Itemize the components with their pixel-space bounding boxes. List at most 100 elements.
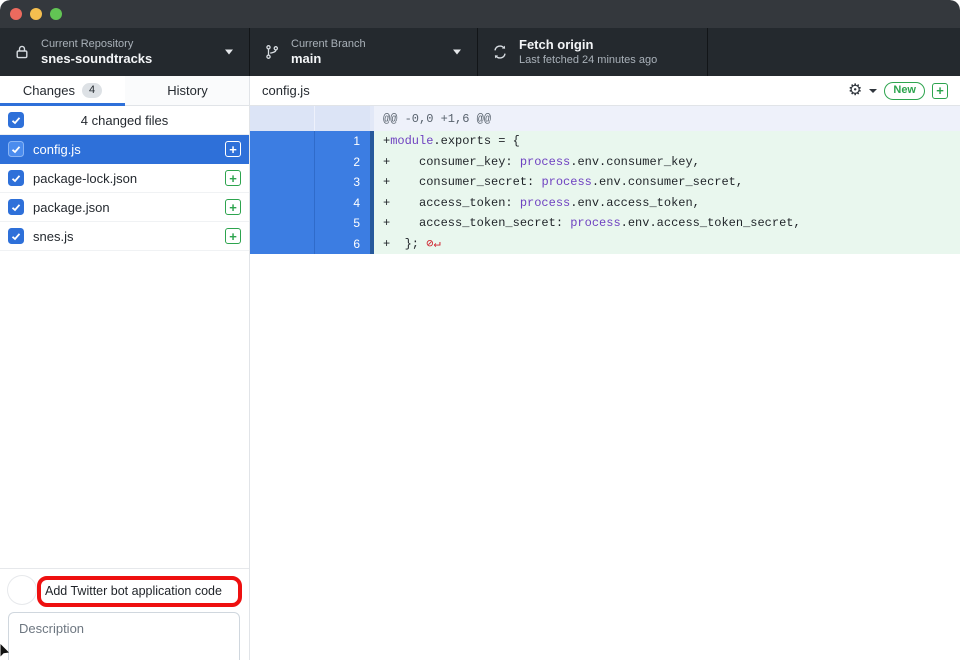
- file-name: package.json: [33, 200, 225, 215]
- diff-code-line: + consumer_secret: process.env.consumer_…: [374, 172, 960, 193]
- old-line-gutter: [250, 106, 314, 131]
- file-row[interactable]: config.js+: [0, 135, 249, 164]
- diff-code-line: + access_token: process.env.access_token…: [374, 193, 960, 214]
- commit-summary-input[interactable]: [45, 581, 237, 601]
- app-toolbar: Current Repository snes-soundtracks Curr…: [0, 28, 960, 76]
- old-line-number[interactable]: [250, 172, 314, 193]
- file-row[interactable]: package-lock.json+: [0, 164, 249, 193]
- old-line-number[interactable]: [250, 213, 314, 234]
- fetch-origin-button[interactable]: Fetch origin Last fetched 24 minutes ago: [478, 28, 708, 76]
- new-line-number[interactable]: 5: [314, 213, 370, 234]
- macos-titlebar: [0, 0, 960, 28]
- select-all-checkbox[interactable]: [8, 112, 24, 128]
- code-text: +: [383, 134, 390, 148]
- file-checkbox[interactable]: [8, 170, 24, 186]
- hunk-header-row: @@ -0,0 +1,6 @@: [250, 106, 960, 131]
- github-desktop-window: Current Repository snes-soundtracks Curr…: [0, 0, 960, 660]
- tab-history-label: History: [167, 83, 207, 98]
- new-line-number[interactable]: 1: [314, 131, 370, 152]
- file-name: package-lock.json: [33, 171, 225, 186]
- commit-panel: Commit to main: [0, 568, 249, 660]
- code-keyword: process: [541, 175, 591, 189]
- code-keyword: process: [570, 216, 620, 230]
- minimize-button[interactable]: [30, 8, 42, 20]
- diff-code-line: + access_token_secret: process.env.acces…: [374, 213, 960, 234]
- diff-line-row: 1+module.exports = {: [250, 131, 960, 152]
- new-line-gutter: [314, 106, 370, 131]
- zoom-button[interactable]: [50, 8, 62, 20]
- changed-file-list: config.js+package-lock.json+package.json…: [0, 135, 249, 251]
- changed-files-count: 4 changed files: [24, 113, 241, 128]
- code-text: .env.consumer_key,: [570, 155, 700, 169]
- code-keyword: module: [390, 134, 433, 148]
- diff-viewer: @@ -0,0 +1,6 @@ 1+module.exports = {2+ c…: [250, 106, 960, 254]
- file-row[interactable]: snes.js+: [0, 222, 249, 251]
- old-line-number[interactable]: [250, 131, 314, 152]
- code-text: .env.consumer_secret,: [592, 175, 743, 189]
- diff-line-row: 3+ consumer_secret: process.env.consumer…: [250, 172, 960, 193]
- sidebar-divider: [249, 76, 250, 660]
- old-line-number[interactable]: [250, 193, 314, 214]
- current-branch-label: Current Branch: [291, 37, 366, 51]
- fetch-origin-subtitle: Last fetched 24 minutes ago: [519, 53, 657, 67]
- code-text: + access_token_secret:: [383, 216, 570, 230]
- changes-sidebar: 4 changed files config.js+package-lock.j…: [0, 106, 249, 660]
- added-status-icon: +: [225, 228, 241, 244]
- diff-code-line: +module.exports = {: [374, 131, 960, 152]
- files-header-row: 4 changed files: [0, 106, 249, 135]
- diff-line-row: 6+ }; ⊘↵: [250, 234, 960, 255]
- hunk-header-text: @@ -0,0 +1,6 @@: [374, 106, 960, 131]
- fetch-origin-title: Fetch origin: [519, 37, 657, 53]
- current-repository-dropdown[interactable]: Current Repository snes-soundtracks: [0, 28, 250, 76]
- code-keyword: process: [520, 155, 570, 169]
- new-line-number[interactable]: 4: [314, 193, 370, 214]
- code-text: + consumer_secret:: [383, 175, 541, 189]
- current-repository-name: snes-soundtracks: [41, 51, 152, 67]
- added-status-icon: +: [225, 141, 241, 157]
- new-line-number[interactable]: 6: [314, 234, 370, 255]
- diff-line-row: 5+ access_token_secret: process.env.acce…: [250, 213, 960, 234]
- current-branch-dropdown[interactable]: Current Branch main: [250, 28, 478, 76]
- diff-line-row: 2+ consumer_key: process.env.consumer_ke…: [250, 152, 960, 173]
- file-name: snes.js: [33, 229, 225, 244]
- tab-history[interactable]: History: [125, 76, 250, 105]
- diff-line-row: 4+ access_token: process.env.access_toke…: [250, 193, 960, 214]
- code-text: + };: [383, 237, 419, 251]
- code-text: .exports = {: [433, 134, 519, 148]
- file-checkbox[interactable]: [8, 141, 24, 157]
- tab-changes[interactable]: Changes 4: [0, 76, 125, 105]
- added-status-icon: +: [225, 199, 241, 215]
- new-line-number[interactable]: 3: [314, 172, 370, 193]
- mouse-cursor: [0, 644, 12, 660]
- code-text: .env.access_token,: [570, 196, 700, 210]
- code-keyword: process: [520, 196, 570, 210]
- lock-icon: [14, 44, 30, 60]
- sync-icon: [492, 44, 508, 60]
- open-file-tab[interactable]: config.js: [262, 83, 310, 98]
- commit-description-textarea[interactable]: [8, 612, 240, 660]
- file-name: config.js: [33, 142, 225, 157]
- no-newline-icon: ⊘↵: [419, 236, 441, 251]
- old-line-number[interactable]: [250, 234, 314, 255]
- file-row[interactable]: package.json+: [0, 193, 249, 222]
- diff-options: ⚙ New +: [848, 82, 948, 100]
- diff-code-line: + consumer_key: process.env.consumer_key…: [374, 152, 960, 173]
- code-text: + access_token:: [383, 196, 520, 210]
- gear-icon[interactable]: ⚙: [848, 83, 862, 99]
- diff-code-line: + }; ⊘↵: [374, 234, 960, 255]
- new-line-number[interactable]: 2: [314, 152, 370, 173]
- file-tab-bar: config.js ⚙ New +: [250, 76, 960, 106]
- close-button[interactable]: [10, 8, 22, 20]
- code-text: .env.access_token_secret,: [621, 216, 801, 230]
- avatar: [8, 576, 36, 604]
- new-file-badge: New: [884, 82, 925, 100]
- added-file-icon: +: [932, 83, 948, 99]
- old-line-number[interactable]: [250, 152, 314, 173]
- current-repository-label: Current Repository: [41, 37, 152, 51]
- file-checkbox[interactable]: [8, 228, 24, 244]
- chevron-down-icon[interactable]: [869, 89, 877, 93]
- chevron-down-icon: [453, 50, 461, 55]
- code-text: + consumer_key:: [383, 155, 520, 169]
- file-checkbox[interactable]: [8, 199, 24, 215]
- chevron-down-icon: [225, 50, 233, 55]
